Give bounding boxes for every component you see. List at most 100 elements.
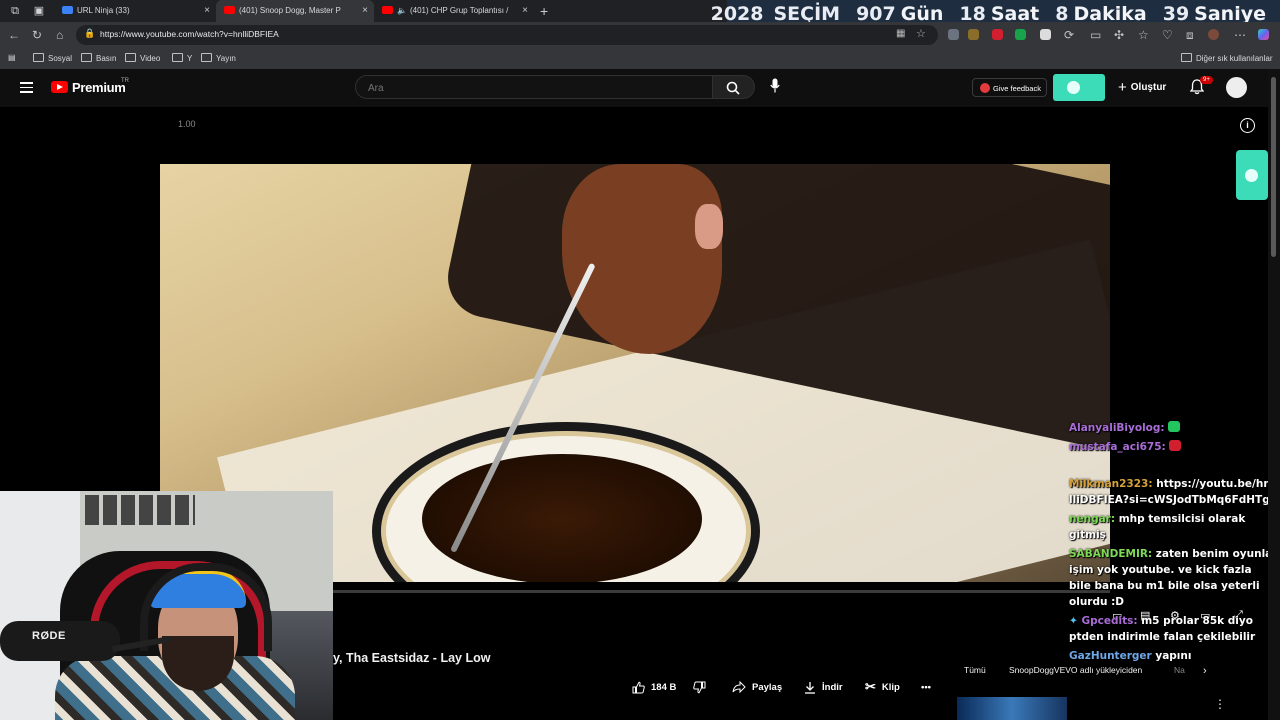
close-tab-icon[interactable]: ×: [204, 0, 210, 22]
tab-label: (401) Snoop Dogg, Master P: [239, 6, 341, 15]
reader-view-icon[interactable]: ▦: [896, 28, 905, 39]
stream-chat-overlay: AlanyaliBiyolog: mustafa_aci675: Milkman…: [1069, 420, 1274, 667]
fingernail-image: [695, 204, 723, 249]
folder-icon: [125, 53, 136, 62]
collections-icon[interactable]: ♡: [1162, 28, 1173, 42]
address-bar-row: ← ↻ ⌂ 🔒 https://www.youtube.com/watch?v=…: [0, 22, 1280, 48]
download-button[interactable]: İndir: [804, 679, 843, 695]
screenshot-icon[interactable]: ⧈: [1186, 28, 1194, 43]
split-view-icon[interactable]: ▭: [1090, 28, 1101, 42]
logo-country-code: TR: [121, 78, 129, 84]
search-input[interactable]: [366, 79, 700, 97]
chat-username: Milkman2323:: [1069, 478, 1153, 490]
dislike-button[interactable]: [693, 679, 706, 695]
notification-count-badge: 9+: [1200, 76, 1213, 84]
close-tab-icon[interactable]: ×: [522, 0, 528, 22]
copilot-icon[interactable]: [1258, 29, 1269, 40]
chip-all[interactable]: Tümü: [964, 665, 986, 675]
favorite-star-icon[interactable]: ☆: [916, 27, 926, 40]
clip-button[interactable]: ✂ Klip: [865, 679, 900, 695]
extension-icon[interactable]: [948, 29, 959, 40]
profile-avatar[interactable]: [1208, 29, 1219, 40]
bookmark-y[interactable]: Y: [172, 53, 192, 63]
more-options-icon[interactable]: ⋯: [1234, 28, 1246, 42]
youtube-favicon-icon: [382, 6, 393, 14]
folder-icon: [1181, 53, 1192, 62]
folder-icon: [201, 53, 212, 62]
account-avatar[interactable]: [1226, 77, 1247, 98]
bookmark-video[interactable]: Video: [125, 53, 160, 63]
playback-speed-label: 1.00: [178, 119, 196, 129]
like-count: 184 B: [651, 681, 677, 693]
chat-username: AlanyaliBiyolog:: [1069, 422, 1165, 434]
bookmark-label: Basın: [96, 54, 117, 63]
tab-url-ninja[interactable]: URL Ninja (33) ×: [54, 0, 216, 22]
new-tab-button[interactable]: +: [540, 0, 548, 22]
emote-icon: [1168, 421, 1181, 432]
coffee-image: [422, 454, 702, 582]
bookmark-label: Yayın: [216, 54, 236, 63]
folder-icon: [33, 53, 44, 62]
tab-snoop-dogg[interactable]: (401) Snoop Dogg, Master P ×: [216, 0, 374, 22]
extension-icon[interactable]: [1040, 29, 1051, 40]
feedback-icon: [980, 83, 990, 93]
more-actions-button[interactable]: •••: [921, 679, 931, 695]
extension-toggle-button[interactable]: [1053, 74, 1105, 101]
chat-message: SABANDEMIR: zaten benim oyunla işim yok …: [1069, 546, 1274, 610]
youtube-masthead: Premium TR Give feedback +Oluştur 9+: [0, 69, 1280, 107]
chat-username: nengar:: [1069, 513, 1116, 525]
recommended-video-thumbnail[interactable]: [957, 697, 1067, 720]
url-text[interactable]: https://www.youtube.com/watch?v=hnlliDBF…: [100, 29, 279, 39]
favorites-icon[interactable]: ☆: [1138, 28, 1149, 42]
bookmark-basin[interactable]: Basın: [81, 53, 116, 63]
bookmark-yayin[interactable]: Yayın: [201, 53, 236, 63]
extension-icon[interactable]: [968, 29, 979, 40]
video-progress-bar[interactable]: [333, 590, 1110, 593]
info-icon[interactable]: i: [1240, 118, 1255, 133]
page-scrollbar[interactable]: [1268, 69, 1280, 720]
like-button[interactable]: 184 B: [632, 679, 676, 695]
reload-icon[interactable]: ↻: [32, 28, 42, 42]
tab-actions-icon[interactable]: ▣: [32, 4, 46, 18]
chat-message: Milkman2323: https://youtu.be/hnlliDBFIE…: [1069, 476, 1274, 508]
download-label: İndir: [822, 681, 843, 693]
share-label: Paylaş: [752, 681, 783, 693]
chat-message: GazHunterger yapını: [1069, 648, 1274, 664]
tab-chp-grup[interactable]: 🔈 (401) CHP Grup Toplantısı / ×: [374, 0, 534, 22]
bookmark-other-favorites[interactable]: Diğer sık kullanılanlar: [1181, 53, 1272, 63]
plus-icon: +: [1118, 79, 1127, 96]
close-tab-icon[interactable]: ×: [362, 0, 368, 22]
youtube-premium-logo[interactable]: Premium: [72, 80, 126, 95]
share-button[interactable]: Paylaş: [732, 679, 782, 695]
bookmark-sosyal[interactable]: Sosyal: [33, 53, 72, 63]
search-button[interactable]: [713, 75, 755, 99]
home-icon[interactable]: ⌂: [56, 28, 63, 42]
back-icon[interactable]: ←: [8, 28, 20, 42]
url-bar[interactable]: 🔒 https://www.youtube.com/watch?v=hnlliD…: [76, 25, 938, 45]
workspaces-icon[interactable]: ⧉: [8, 4, 22, 18]
extension-icon[interactable]: [992, 29, 1003, 40]
chat-username: mustafa_aci675:: [1069, 441, 1166, 453]
chat-message: AlanyaliBiyolog:: [1069, 420, 1274, 436]
create-label: Oluştur: [1130, 82, 1167, 93]
streamer-webcam: RØDE: [0, 491, 333, 720]
recommended-more-icon[interactable]: ⋮: [1214, 697, 1226, 711]
bookmark-manager-icon[interactable]: ▤: [8, 53, 16, 62]
create-button[interactable]: + Oluştur: [1118, 79, 1166, 96]
chat-message: mustafa_aci675:: [1069, 439, 1274, 455]
youtube-logo-icon[interactable]: [51, 81, 68, 93]
give-feedback-button[interactable]: Give feedback: [972, 78, 1047, 97]
download-icon: [805, 681, 815, 694]
url-ninja-favicon-icon: [62, 6, 73, 14]
clip-label: Klip: [881, 681, 900, 693]
extension-icon[interactable]: [1015, 29, 1026, 40]
wall-frames: [85, 495, 195, 525]
speaker-icon: 🔈: [397, 6, 407, 15]
refresh-extension-icon[interactable]: ⟳: [1064, 28, 1074, 42]
search-box[interactable]: [355, 75, 713, 99]
puzzle-icon[interactable]: ✣: [1114, 28, 1124, 42]
menu-icon[interactable]: [20, 82, 33, 96]
side-extension-button[interactable]: [1236, 150, 1268, 200]
folder-icon: [81, 53, 92, 62]
microphone-icon[interactable]: [770, 78, 780, 93]
